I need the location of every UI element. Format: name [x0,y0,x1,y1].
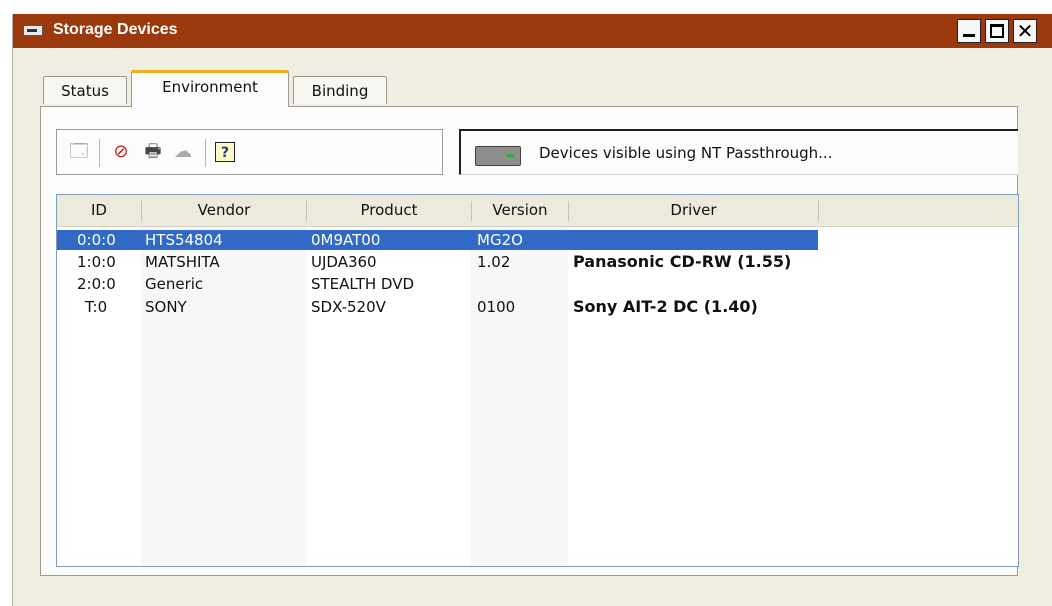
cell-id: 1:0:0 [77,253,116,271]
storage-device-icon [23,25,43,36]
column-divider[interactable] [818,201,819,221]
table-row[interactable]: T:0 SONY SDX-520V 0100 Sony AIT-2 DC (1.… [57,297,1018,317]
cell-product: SDX-520V [311,298,386,316]
maximize-button[interactable] [985,19,1009,43]
help-icon[interactable]: ? [215,142,235,162]
tab-environment[interactable]: Environment [131,70,289,107]
toolbar: 🗔 ⊘ 🖶 ☁ ? [56,129,443,175]
table-row[interactable]: 1:0:0 MATSHITA UJDA360 1.02 Panasonic CD… [57,252,1018,272]
cell-vendor: Generic [145,275,204,293]
printer-icon[interactable]: 🖶 [141,140,165,164]
cell-id: 0:0:0 [77,231,116,249]
passthrough-status-text: Devices visible using NT Passthrough... [539,144,833,162]
remove-device-icon[interactable]: ⊘ [109,140,133,164]
passthrough-status-box: Devices visible using NT Passthrough... [459,129,1018,175]
column-header-driver[interactable]: Driver [569,195,818,226]
toolbar-separator [205,139,206,167]
cell-version: 0100 [477,298,516,316]
minimize-button[interactable] [957,19,981,43]
cell-vendor: MATSHITA [145,253,220,271]
close-icon: ✕ [1016,19,1034,43]
column-header-product[interactable]: Product [307,195,471,226]
column-header-id[interactable]: ID [57,195,141,226]
cell-driver: Panasonic CD-RW (1.55) [573,252,792,271]
cell-driver: Sony AIT-2 DC (1.40) [573,297,758,316]
environment-panel: 🗔 ⊘ 🖶 ☁ ? Devices visible using NT Passt… [40,106,1019,576]
title-bar[interactable]: Storage Devices ✕ [13,14,1052,48]
cell-product: 0M9AT00 [311,231,381,249]
list-header: ID Vendor Product Version Driver [57,195,1018,227]
properties-icon[interactable]: 🗔 [67,140,91,164]
table-row[interactable]: 2:0:0 Generic STEALTH DVD [57,274,1018,294]
cell-id: T:0 [85,298,108,316]
drive-icon [475,146,521,166]
network-icon[interactable]: ☁ [171,140,195,164]
tab-status[interactable]: Status [43,76,127,104]
toolbar-separator [99,139,100,167]
column-header-vendor[interactable]: Vendor [142,195,306,226]
table-row[interactable]: 0:0:0 HTS54804 0M9AT00 MG2O [57,230,1018,250]
cell-product: UJDA360 [311,253,377,271]
storage-devices-window: Storage Devices ✕ Status Environment Bin… [12,14,1052,606]
cell-vendor: SONY [145,298,187,316]
close-button[interactable]: ✕ [1013,19,1037,43]
cell-version: MG2O [477,231,523,249]
tab-binding[interactable]: Binding [293,76,387,104]
cell-version: 1.02 [477,253,511,271]
column-header-version[interactable]: Version [472,195,568,226]
cell-id: 2:0:0 [77,275,116,293]
window-title: Storage Devices [53,21,178,38]
cell-product: STEALTH DVD [311,275,415,293]
cell-vendor: HTS54804 [145,231,223,249]
device-list[interactable]: ID Vendor Product Version Driver 0:0:0 H… [56,194,1019,567]
